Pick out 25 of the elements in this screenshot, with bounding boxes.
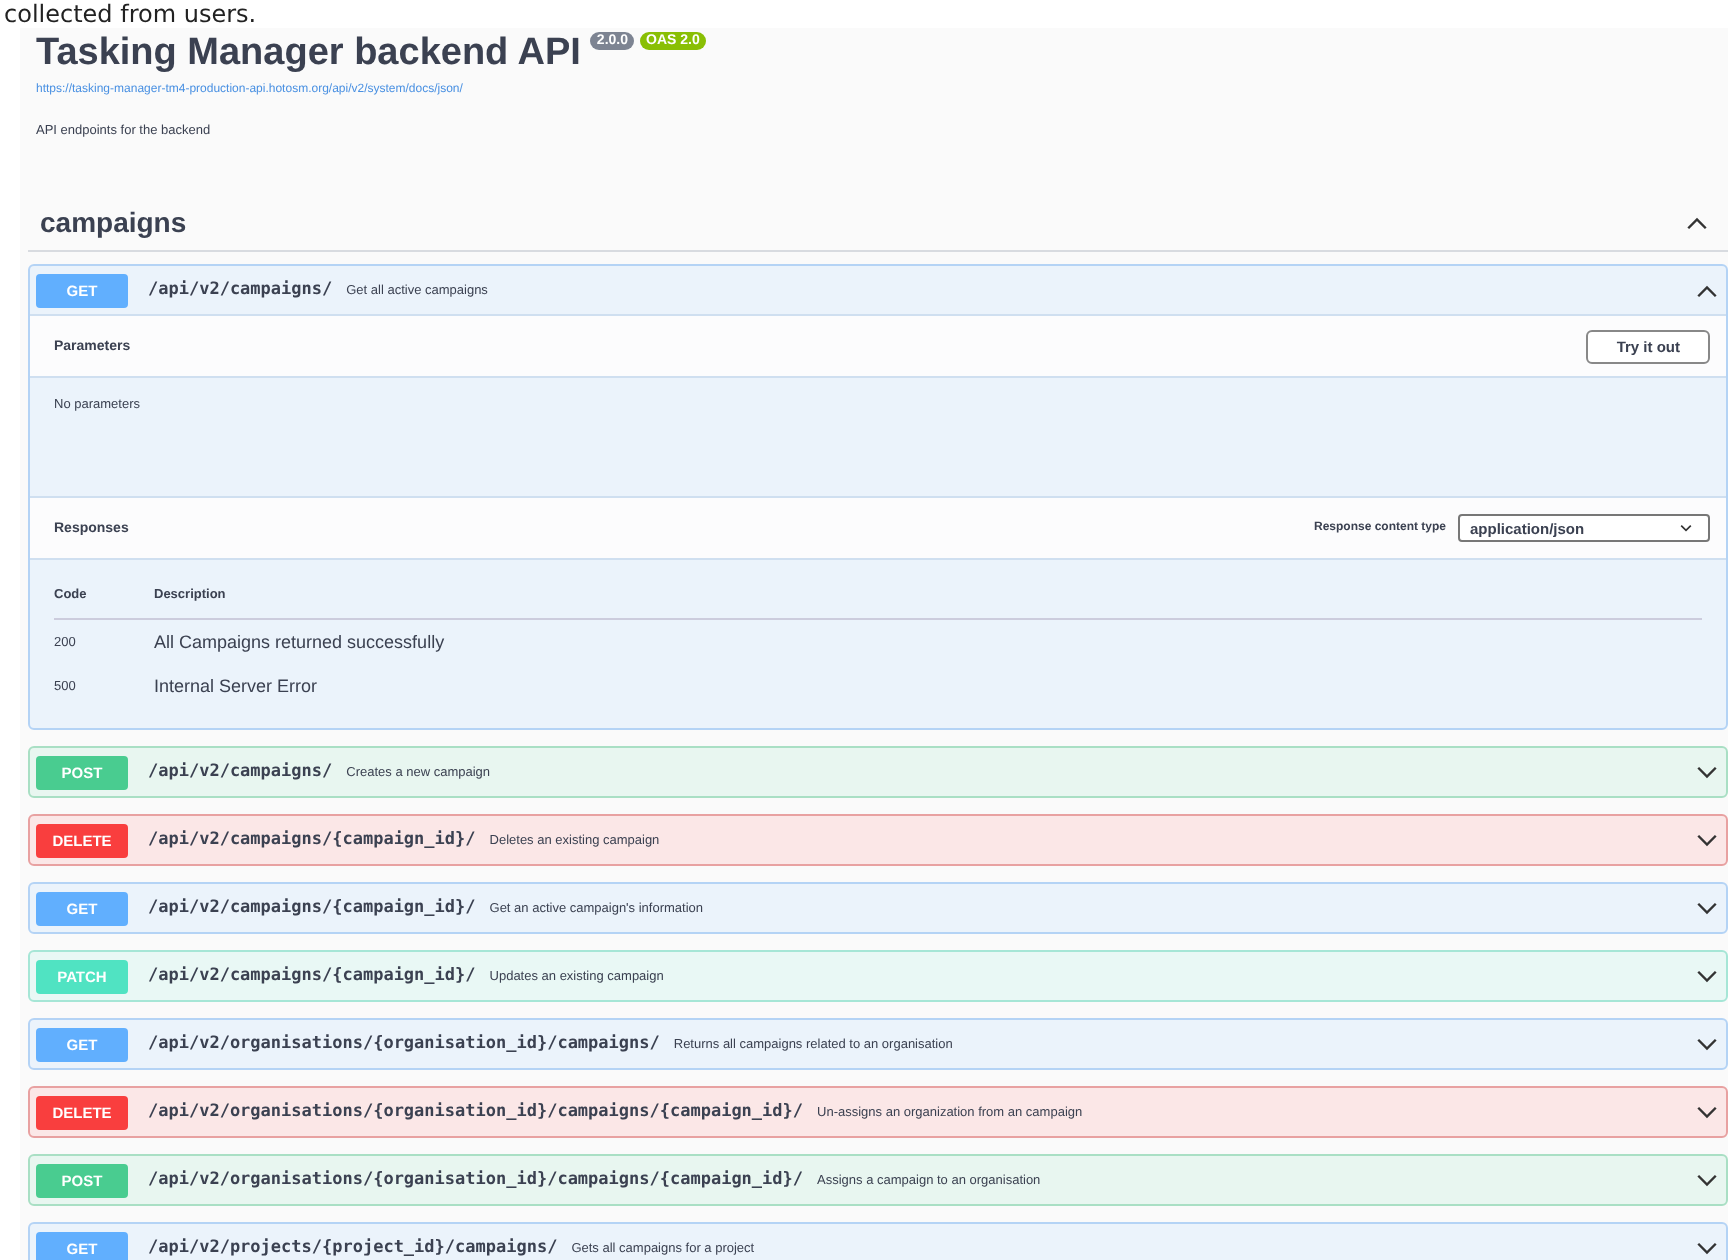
endpoint-path: /api/v2/organisations/{organisation_id}/campaigns/{campaign_id}/ [148, 1102, 804, 1122]
endpoint-path: /api/v2/campaigns/{campaign_id}/ [148, 898, 476, 918]
caret-icon [1680, 524, 1692, 532]
chevron-icon [1686, 215, 1708, 229]
endpoint-path: /api/v2/organisations/{organisation_id}/campaigns/{campaign_id}/ [148, 1170, 804, 1190]
endpoint-path: /api/v2/campaigns/{campaign_id}/ [148, 966, 476, 986]
chevron-icon [1696, 969, 1718, 983]
endpoint-path: /api/v2/organisations/{organisation_id}/campaigns/ [148, 1034, 660, 1054]
chevron-icon [1696, 1037, 1718, 1051]
response-description: All Campaigns returned successfully [154, 632, 445, 652]
section-header[interactable]: campaigns [28, 194, 1728, 252]
api-title: Tasking Manager backend API [36, 30, 581, 78]
chevron-icon [1696, 283, 1718, 297]
chevron-icon [1696, 901, 1718, 915]
endpoint-path: /api/v2/campaigns/{campaign_id}/ [148, 830, 476, 850]
chevron-icon [1696, 1173, 1718, 1187]
endpoint-path: /api/v2/campaigns/ [148, 280, 333, 300]
endpoint-path: /api/v2/campaigns/ [148, 762, 333, 782]
chevron-icon [1696, 833, 1718, 847]
chevron-icon [1696, 1241, 1718, 1255]
response-description: Internal Server Error [154, 676, 318, 696]
chevron-icon [1696, 765, 1718, 779]
chevron-icon [1696, 1105, 1718, 1119]
heading-text: collected from users. [2, 0, 259, 28]
endpoint-path: /api/v2/projects/{project_id}/campaigns/ [148, 1238, 558, 1258]
